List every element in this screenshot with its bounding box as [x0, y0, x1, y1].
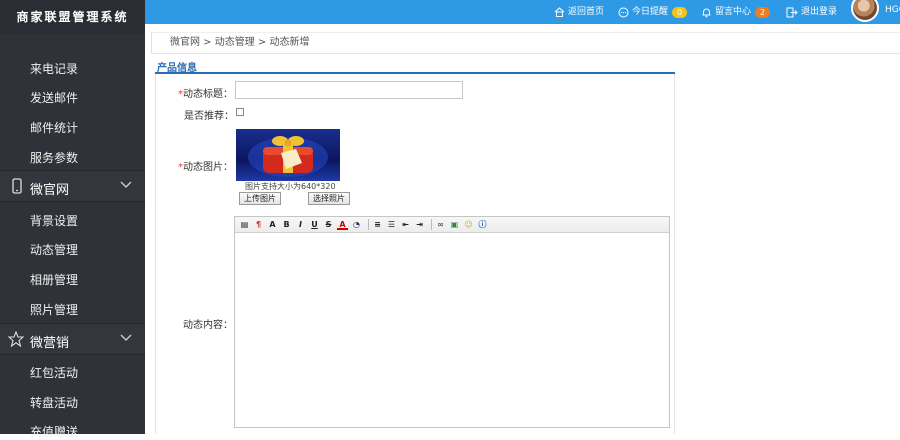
chevron-down-icon — [120, 334, 132, 341]
select-photo-button[interactable]: 选择照片 — [308, 192, 350, 205]
gift-box-image — [248, 136, 328, 177]
logout-link[interactable]: 退出登录 — [786, 0, 837, 24]
image-icon[interactable]: ▣ — [449, 219, 460, 230]
editor-content-area[interactable] — [235, 234, 669, 427]
about-icon[interactable]: ⓘ — [477, 219, 488, 230]
avatar[interactable] — [851, 0, 879, 22]
upload-image-button[interactable]: 上传图片 — [239, 192, 281, 205]
outdent-icon[interactable]: ⇤ — [400, 219, 411, 230]
image-field-label: *动态图片： — [178, 162, 233, 173]
news-image-preview — [236, 129, 340, 181]
messages-count-badge: 2 — [755, 6, 771, 18]
today-reminder-link[interactable]: 今日提醒 0 — [618, 0, 688, 24]
content-field-label: 动态内容： — [183, 320, 233, 331]
editor-toolbar: ▤ ¶ A B I U S A ◔ ≡ ☰ ⇤ ⇥ ∞ ▣ ☺ ⓘ — [235, 217, 669, 233]
emoticon-icon[interactable]: ☺ — [463, 219, 474, 230]
sidebar-group-label: 微营销 — [30, 336, 70, 351]
list-icon[interactable]: ☰ — [386, 219, 397, 230]
sidebar-item-news-manage[interactable]: 动态管理 — [30, 241, 78, 258]
home-icon — [554, 7, 565, 17]
sidebar-item-send-mail[interactable]: 发送邮件 — [30, 89, 78, 106]
sidebar-group-microsite[interactable]: 微官网 — [0, 170, 145, 202]
highlight-icon[interactable]: ◔ — [351, 219, 362, 230]
align-icon[interactable]: ≡ — [372, 219, 383, 230]
sidebar-item-wheel[interactable]: 转盘活动 — [30, 394, 78, 411]
sidebar-item-mail-stats[interactable]: 邮件统计 — [30, 119, 78, 136]
logout-label: 退出登录 — [801, 7, 838, 17]
image-size-hint: 图片支持大小为640*320 — [245, 182, 336, 191]
underline-icon[interactable]: U — [309, 219, 320, 230]
sidebar-item-background[interactable]: 背景设置 — [30, 212, 78, 229]
sidebar-item-album-manage[interactable]: 相册管理 — [30, 271, 78, 288]
sidebar: 商家联盟管理系统 来电记录 发送邮件 邮件统计 服务参数 微官网 背景设置 动态… — [0, 0, 145, 439]
sidebar-item-service-params[interactable]: 服务参数 — [30, 149, 78, 166]
sidebar-item-red-packet[interactable]: 红包活动 — [30, 364, 78, 381]
today-count-badge: 0 — [672, 6, 688, 18]
sidebar-item-recharge-gift[interactable]: 充值赠送 — [30, 423, 78, 440]
today-reminder-label: 今日提醒 — [632, 7, 669, 17]
link-icon[interactable]: ∞ — [435, 219, 446, 230]
home-link[interactable]: 返回首页 — [554, 0, 604, 24]
indent-icon[interactable]: ⇥ — [414, 219, 425, 230]
app-title: 商家联盟管理系统 — [0, 0, 145, 34]
recommend-field-label: 是否推荐： — [184, 111, 234, 122]
toolbar-separator — [431, 219, 432, 230]
bell-icon — [702, 8, 711, 17]
bold-icon[interactable]: B — [281, 219, 292, 230]
message-center-label: 留言中心 — [715, 7, 752, 17]
rich-text-editor: ▤ ¶ A B I U S A ◔ ≡ ☰ ⇤ ⇥ ∞ ▣ ☺ ⓘ — [234, 216, 670, 428]
phone-icon — [12, 178, 22, 194]
chat-icon — [618, 7, 629, 17]
title-field-label: *动态标题： — [178, 89, 233, 100]
toolbar-separator — [368, 219, 369, 230]
top-bar: 返回首页 今日提醒 0 留言中心 2 退出登录 HGC — [145, 0, 900, 24]
sidebar-item-photo-manage[interactable]: 照片管理 — [30, 301, 78, 318]
format-icon[interactable]: ¶ — [253, 219, 264, 230]
italic-icon[interactable]: I — [295, 219, 306, 230]
star-icon — [8, 331, 24, 347]
sidebar-group-label: 微官网 — [30, 183, 70, 198]
title-input[interactable] — [235, 81, 463, 99]
breadcrumb: 微官网 > 动态管理 > 动态新增 — [151, 32, 900, 54]
chevron-down-icon — [120, 181, 132, 188]
source-icon[interactable]: ▤ — [239, 219, 250, 230]
logout-icon — [786, 7, 798, 17]
message-center-link[interactable]: 留言中心 2 — [701, 0, 771, 24]
home-link-label: 返回首页 — [568, 7, 605, 17]
strikethrough-icon[interactable]: S — [323, 219, 334, 230]
sidebar-group-marketing[interactable]: 微营销 — [0, 323, 145, 355]
font-color-icon[interactable]: A — [337, 219, 348, 230]
username[interactable]: HGC — [885, 5, 900, 15]
recommend-checkbox[interactable] — [236, 108, 244, 116]
font-icon[interactable]: A — [267, 219, 278, 230]
sidebar-item-call-log[interactable]: 来电记录 — [30, 60, 78, 77]
